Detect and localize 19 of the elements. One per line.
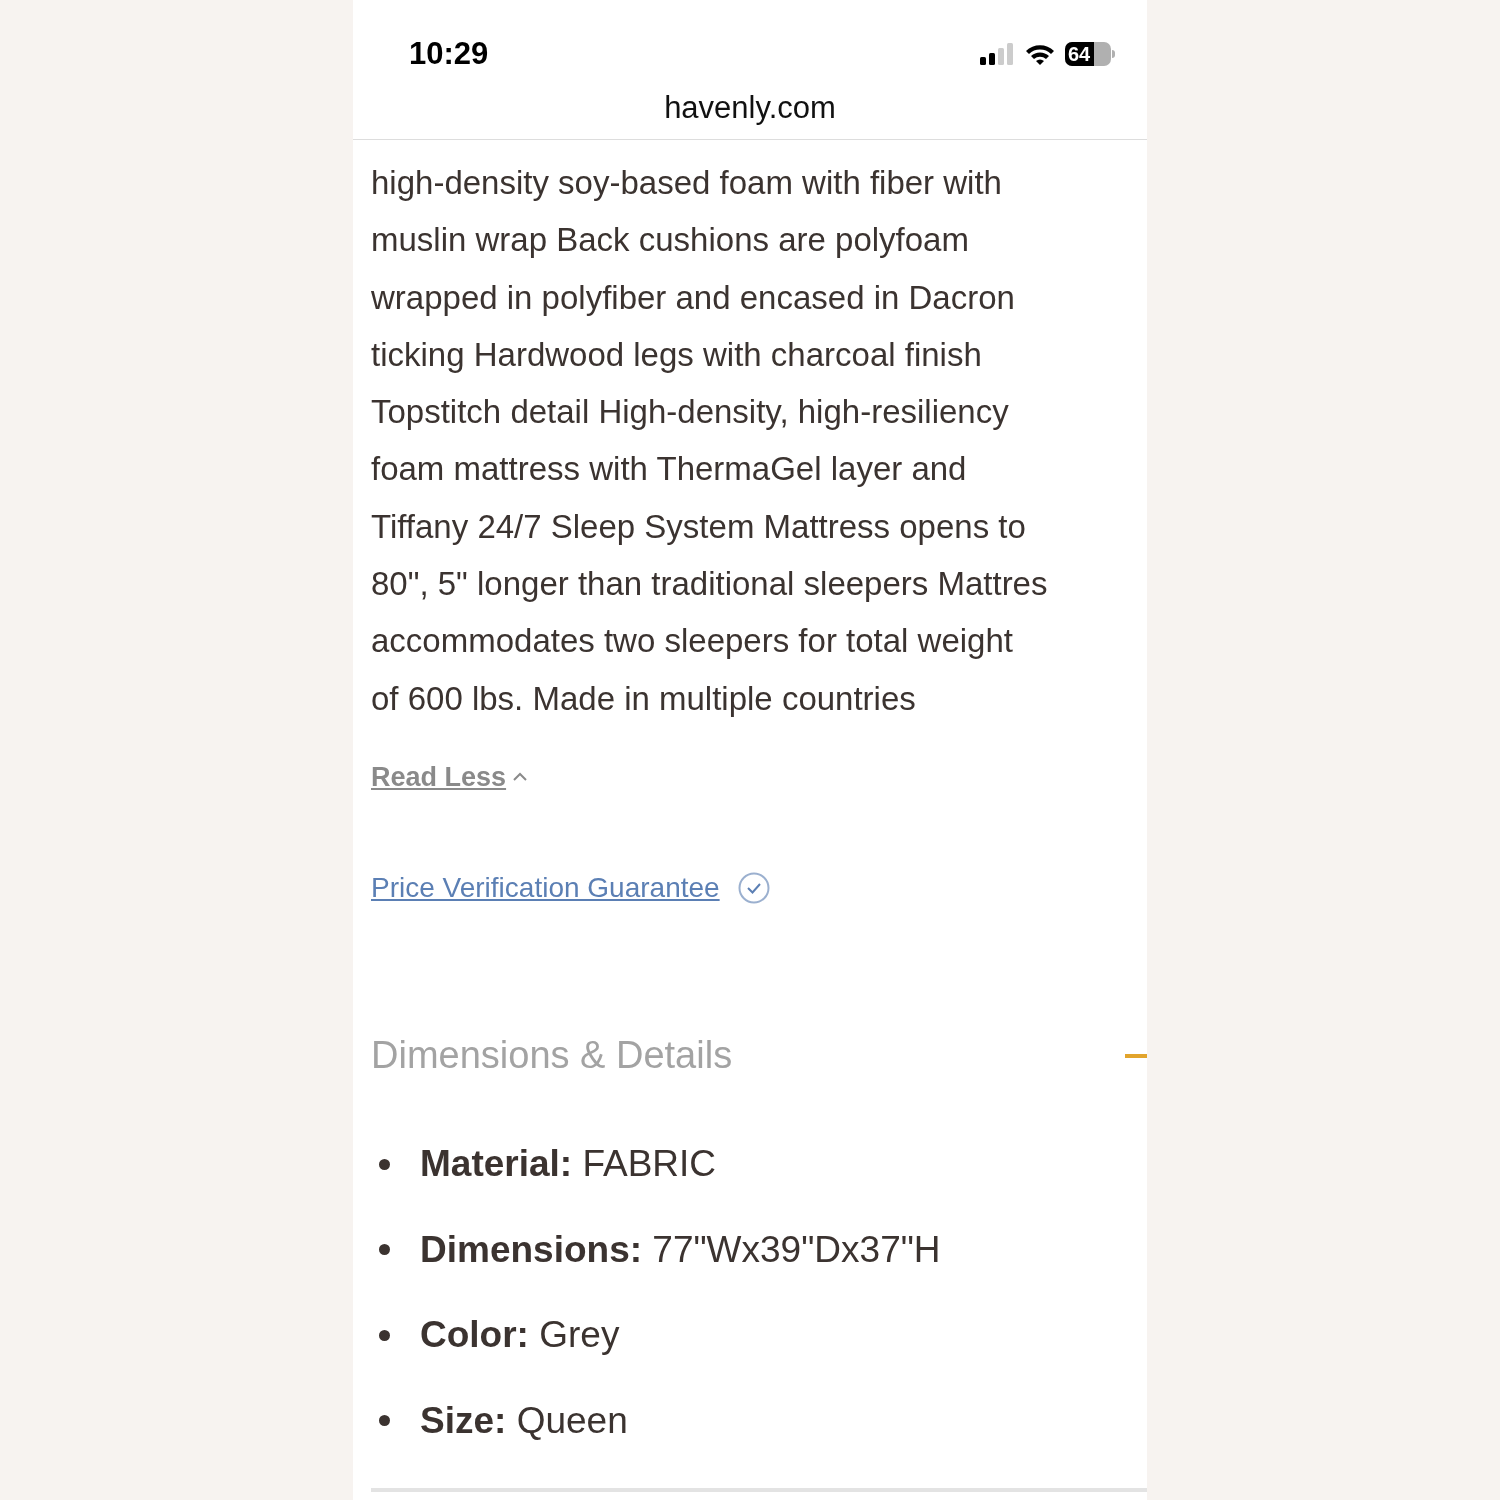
battery-percentage: 64 — [1068, 44, 1091, 64]
status-time: 10:29 — [409, 34, 489, 73]
detail-text: Size: Queen — [420, 1398, 628, 1443]
signal-icon — [979, 43, 1015, 65]
read-less-link[interactable]: Read Less — [371, 756, 507, 798]
price-guarantee-link[interactable]: Price Verification Guarantee — [371, 867, 720, 910]
detail-text: Material: FABRIC — [420, 1142, 717, 1187]
product-description: high-density soy-based foam with fiber with muslin wrap Back cushions are polyfoam wrapped in polyfiber and encased in Dacron ticking Hardwood legs with charcoal finish Topstitch detail High-density, high-resiliency foam mattress with ThermaGel layer and Tiffany 24/7 Sleep System Mattress opens to 80", 5" longer than traditional sleepers Mattres accommodates two sleepers for total weight of 600 lbs. Made in multiple countries — [371, 163, 1049, 719]
accordion-header[interactable]: Dimensions & Details — [371, 1027, 1147, 1085]
bullet-icon — [379, 1415, 390, 1427]
address-bar-url[interactable]: havenly.com — [664, 85, 836, 132]
wifi-icon — [1025, 43, 1055, 65]
bullet-icon — [379, 1158, 390, 1170]
caret-up-icon — [512, 772, 529, 783]
detail-text: Dimensions: 77"Wx39"Dx37"H — [420, 1227, 941, 1272]
detail-text: Color: Grey — [420, 1313, 620, 1358]
check-circle-icon — [737, 872, 770, 905]
bullet-icon — [379, 1244, 390, 1256]
bullet-icon — [379, 1329, 390, 1341]
